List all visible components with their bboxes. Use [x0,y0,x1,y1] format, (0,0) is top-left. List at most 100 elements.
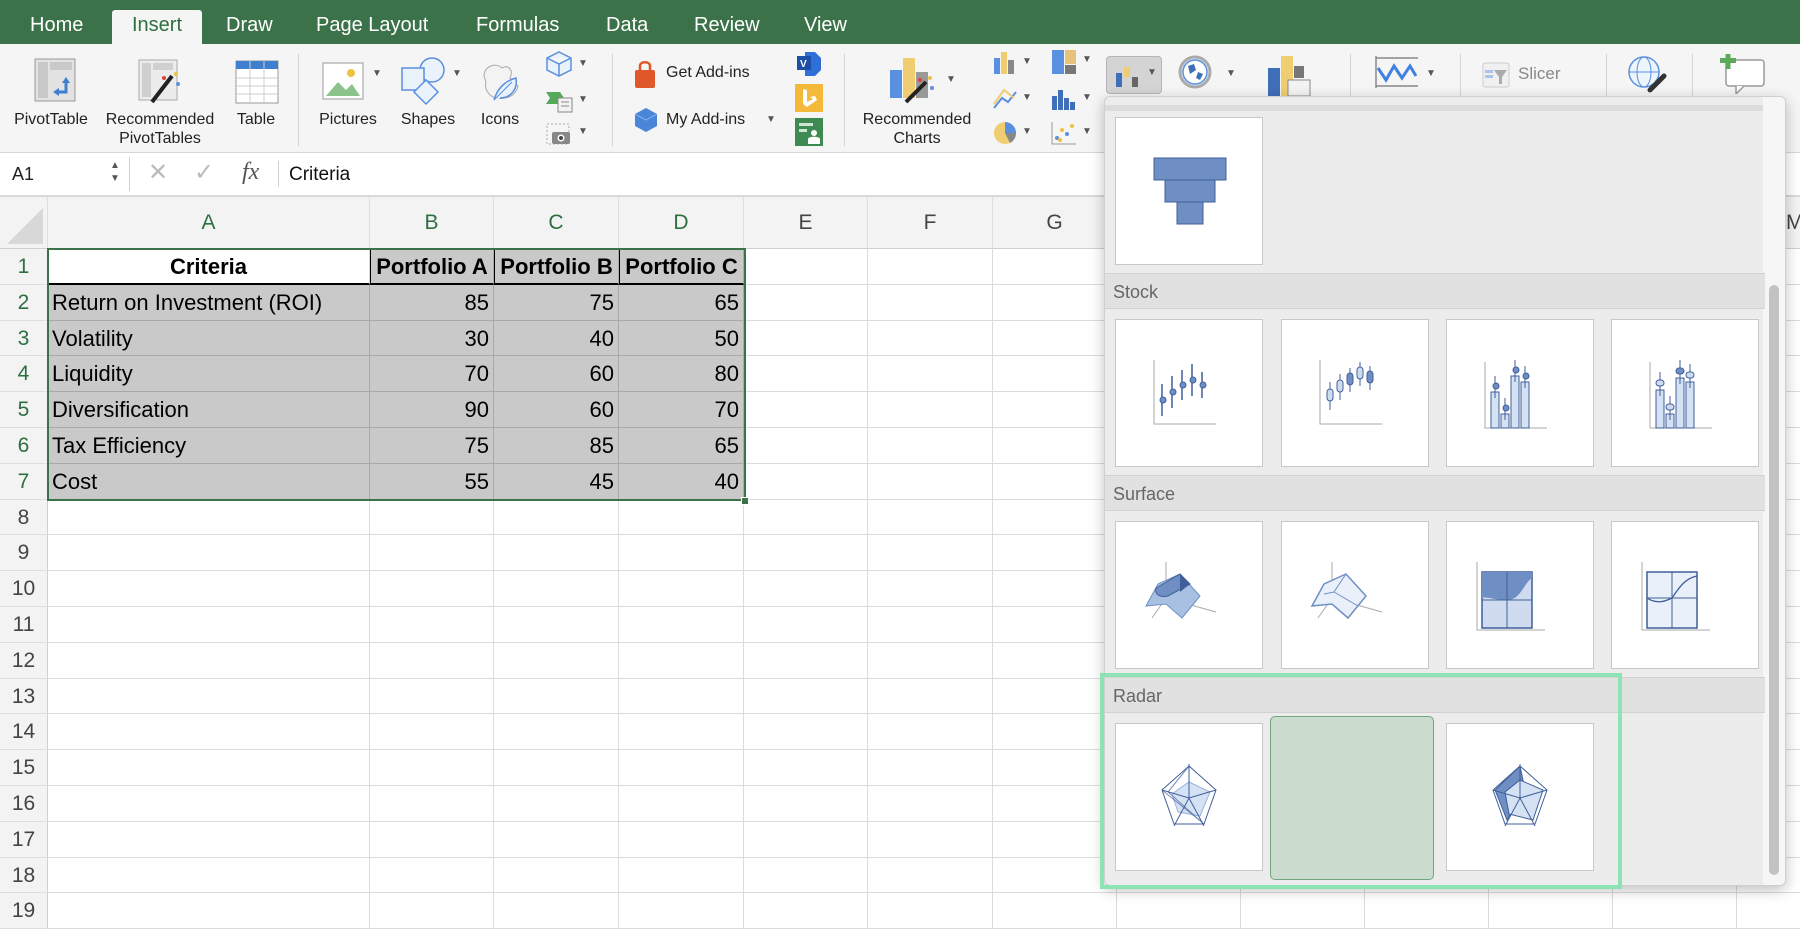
row-header-5[interactable]: 5 [0,392,48,428]
value-cell[interactable]: 50 [619,320,744,357]
cell[interactable] [619,714,744,751]
shapes-dropdown-icon[interactable]: ▼ [452,68,462,79]
screenshot-dropdown-icon[interactable]: ▼ [578,126,588,137]
cell[interactable] [619,499,744,536]
chart-option-funnel[interactable] [1115,117,1263,265]
hierarchy-chart-button[interactable]: ▼ [1050,48,1094,78]
tab-home[interactable]: Home [16,10,97,44]
enter-checkmark-icon[interactable]: ✓ [194,158,214,187]
recommended-pivottables-button[interactable]: Recommended PivotTables [98,44,222,152]
cell[interactable] [868,571,993,607]
tab-draw[interactable]: Draw [212,10,287,44]
cell[interactable] [868,499,993,536]
value-cell[interactable]: 45 [494,463,619,500]
cell[interactable] [48,607,370,643]
cell[interactable] [868,714,993,751]
sparklines-button[interactable]: ▼ [1372,54,1442,94]
cell[interactable] [1117,893,1241,930]
cell[interactable] [744,320,868,357]
scatter-chart-button[interactable]: ▼ [1050,120,1094,148]
cell[interactable] [868,320,993,357]
my-addins-dropdown-icon[interactable]: ▼ [766,114,776,125]
header-cell[interactable]: Portfolio C [619,249,744,285]
cell[interactable] [744,857,868,894]
pie-chart-dropdown-icon[interactable]: ▼ [1022,126,1032,137]
tab-review[interactable]: Review [680,10,774,44]
cell[interactable] [370,893,494,930]
dropdown-scrollbar[interactable] [1763,97,1785,885]
cell[interactable] [868,284,993,321]
tab-formulas[interactable]: Formulas [462,10,573,44]
cell[interactable] [494,571,619,607]
pivottable-button[interactable]: PivotTable [6,44,96,152]
smartart-dropdown-icon[interactable]: ▼ [578,94,588,105]
cell[interactable] [993,678,1117,715]
cell[interactable] [993,893,1117,930]
cell[interactable] [744,642,868,679]
chart-option-wireframe-3-d-surface[interactable] [1281,521,1429,669]
cell[interactable] [744,356,868,393]
tab-data[interactable]: Data [592,10,662,44]
row-header-18[interactable]: 18 [0,857,48,894]
cell[interactable] [993,750,1117,786]
statistic-chart-button[interactable]: ▼ [1050,86,1094,114]
row-header-6[interactable]: 6 [0,428,48,464]
cell[interactable] [619,571,744,607]
3d-models-dropdown-icon[interactable]: ▼ [578,58,588,69]
cell[interactable] [619,535,744,572]
row-header-9[interactable]: 9 [0,535,48,572]
cell[interactable] [48,678,370,715]
visio-data-visualizer-button[interactable]: V [795,50,823,78]
value-cell[interactable]: 80 [619,356,744,393]
value-cell[interactable]: 85 [494,428,619,464]
cell[interactable] [1241,893,1365,930]
cell[interactable] [370,642,494,679]
cell[interactable] [744,284,868,321]
cell[interactable] [744,607,868,643]
value-cell[interactable]: 65 [619,428,744,464]
cell[interactable] [619,750,744,786]
cell[interactable] [370,571,494,607]
value-cell[interactable]: 40 [494,320,619,357]
cell[interactable] [993,463,1117,500]
cell[interactable] [494,750,619,786]
row-header-11[interactable]: 11 [0,607,48,643]
cell[interactable] [993,356,1117,393]
row-header-10[interactable]: 10 [0,571,48,607]
cell[interactable] [868,642,993,679]
row-header-1[interactable]: 1 [0,249,48,285]
chart-option-open-high-low-close[interactable] [1281,319,1429,467]
people-graph-button[interactable] [795,118,823,146]
column-chart-button[interactable]: ▼ [992,50,1036,78]
cell[interactable] [744,535,868,572]
cell[interactable] [494,499,619,536]
row-header-3[interactable]: 3 [0,320,48,357]
cell[interactable] [370,714,494,751]
line-chart-button[interactable]: ▼ [992,86,1036,114]
cell[interactable] [993,499,1117,536]
line-chart-dropdown-icon[interactable]: ▼ [1022,92,1032,103]
cell[interactable] [993,571,1117,607]
recommended-charts-dropdown-icon[interactable]: ▼ [946,74,956,85]
cell[interactable] [494,821,619,858]
cell[interactable] [868,463,993,500]
tab-page-layout[interactable]: Page Layout [302,10,442,44]
cell[interactable] [494,607,619,643]
cell[interactable] [48,893,370,930]
value-cell[interactable]: 70 [370,356,494,393]
hierarchy-chart-dropdown-icon[interactable]: ▼ [1082,54,1092,65]
row-header-17[interactable]: 17 [0,821,48,858]
criteria-cell[interactable]: Cost [48,463,370,500]
3d-models-button[interactable]: ▼ [544,50,594,80]
cell[interactable] [48,571,370,607]
cell[interactable] [494,893,619,930]
cell[interactable] [494,642,619,679]
cell[interactable] [370,786,494,822]
new-comment-button[interactable] [1716,52,1770,96]
cell[interactable] [744,893,868,930]
chart-option-high-low-close[interactable] [1115,319,1263,467]
column-chart-dropdown-icon[interactable]: ▼ [1022,56,1032,67]
cell[interactable] [48,499,370,536]
header-cell[interactable]: Portfolio A [370,249,494,285]
scatter-chart-dropdown-icon[interactable]: ▼ [1082,126,1092,137]
